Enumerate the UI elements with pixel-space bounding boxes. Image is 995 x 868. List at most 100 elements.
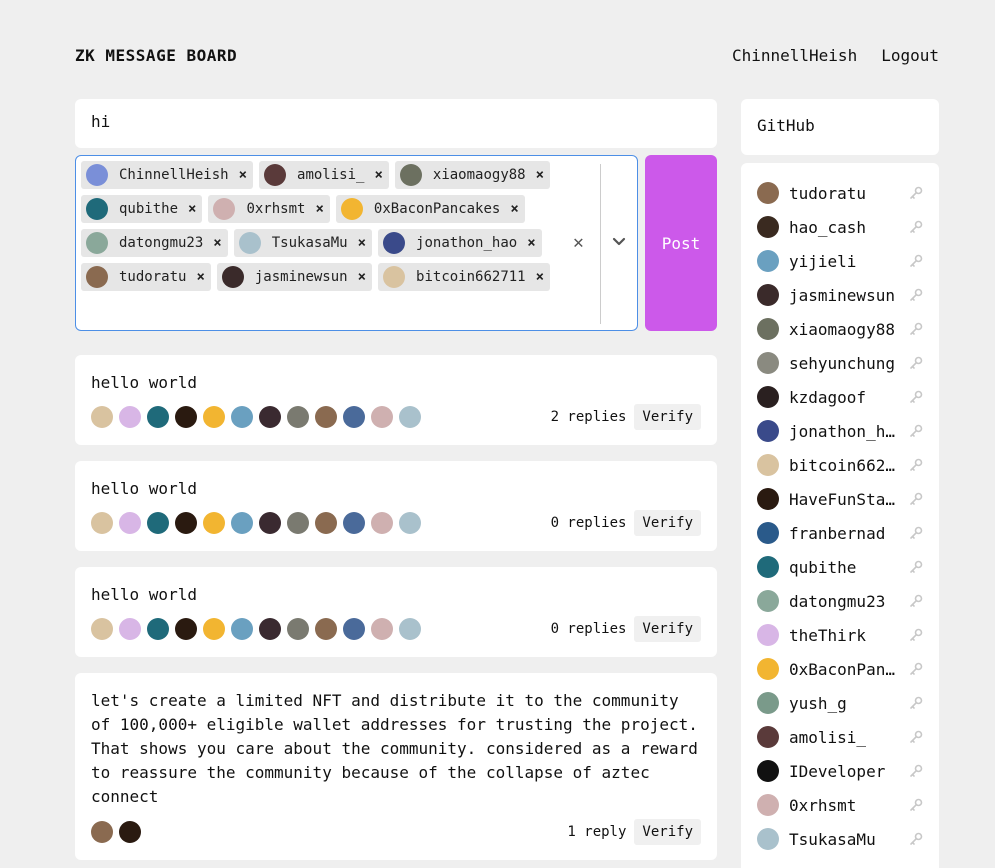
avatar: [264, 164, 287, 186]
user-row[interactable]: amolisi_: [757, 724, 923, 750]
user-row[interactable]: kzdagoof: [757, 384, 923, 410]
remove-chip-icon[interactable]: ×: [374, 167, 382, 183]
avatar: [343, 618, 365, 640]
user-name: franbernad: [789, 523, 886, 543]
avatar: [371, 512, 393, 534]
remove-chip-icon[interactable]: ×: [196, 269, 204, 285]
remove-chip-icon[interactable]: ×: [239, 167, 247, 183]
recipient-name: datongmu23: [119, 235, 204, 251]
message-text: hello world: [91, 373, 197, 392]
clear-recipients-icon[interactable]: ✕: [573, 232, 584, 253]
avatar: [757, 250, 779, 272]
key-icon[interactable]: [909, 798, 923, 812]
avatar: [259, 406, 281, 428]
user-name: yush_g: [789, 693, 847, 713]
remove-chip-icon[interactable]: ×: [536, 269, 544, 285]
key-icon[interactable]: [909, 594, 923, 608]
key-icon[interactable]: [909, 186, 923, 200]
user-row[interactable]: TsukasaMu: [757, 826, 923, 852]
key-icon[interactable]: [909, 560, 923, 574]
verify-button[interactable]: Verify: [634, 819, 701, 845]
key-icon[interactable]: [909, 492, 923, 506]
avatar: [175, 512, 197, 534]
user-row[interactable]: yijieli: [757, 248, 923, 274]
avatar: [371, 618, 393, 640]
recipient-chip: datongmu23 ×: [81, 229, 228, 257]
key-icon[interactable]: [909, 696, 923, 710]
avatar: [231, 618, 253, 640]
recipient-chip: 0xrhsmt ×: [208, 195, 330, 223]
chevron-down-icon[interactable]: [611, 232, 627, 250]
remove-chip-icon[interactable]: ×: [188, 201, 196, 217]
recipient-avatars: [91, 618, 421, 640]
user-row[interactable]: hao_cash: [757, 214, 923, 240]
reply-count[interactable]: 1 reply: [567, 824, 626, 840]
avatar: [259, 512, 281, 534]
user-name: 0xrhsmt: [789, 795, 857, 815]
key-icon[interactable]: [909, 832, 923, 846]
key-icon[interactable]: [909, 390, 923, 404]
user-row[interactable]: IDeveloper: [757, 758, 923, 784]
verify-button[interactable]: Verify: [634, 510, 701, 536]
user-row[interactable]: yush_g: [757, 690, 923, 716]
user-row[interactable]: sehyunchung: [757, 350, 923, 376]
key-icon[interactable]: [909, 322, 923, 336]
user-row[interactable]: HaveFunSta…: [757, 486, 923, 512]
avatar: [147, 512, 169, 534]
verify-button[interactable]: Verify: [634, 616, 701, 642]
remove-chip-icon[interactable]: ×: [213, 235, 221, 251]
verify-button[interactable]: Verify: [634, 404, 701, 430]
user-row[interactable]: jasminewsun: [757, 282, 923, 308]
reply-count[interactable]: 0 replies: [551, 621, 627, 637]
user-row[interactable]: bitcoin662…: [757, 452, 923, 478]
avatar: [86, 232, 108, 254]
avatar: [86, 198, 108, 220]
current-user-link[interactable]: ChinnellHeish: [732, 46, 857, 65]
recipient-picker[interactable]: ChinnellHeish × amolisi_ × xiaomaogy88 × qubit…: [75, 155, 638, 331]
avatar: [287, 406, 309, 428]
key-icon[interactable]: [909, 220, 923, 234]
message-meta: 0 replies Verify: [551, 616, 701, 642]
remove-chip-icon[interactable]: ×: [358, 235, 366, 251]
remove-chip-icon[interactable]: ×: [536, 167, 544, 183]
key-icon[interactable]: [909, 254, 923, 268]
github-link[interactable]: GitHub: [741, 99, 939, 155]
key-icon[interactable]: [909, 526, 923, 540]
key-icon[interactable]: [909, 424, 923, 438]
reply-count[interactable]: 0 replies: [551, 515, 627, 531]
user-name: IDeveloper: [789, 761, 886, 781]
recipient-name: jonathon_hao: [416, 235, 518, 251]
remove-chip-icon[interactable]: ×: [315, 201, 323, 217]
user-row[interactable]: datongmu23: [757, 588, 923, 614]
user-name: yijieli: [789, 251, 857, 271]
user-row[interactable]: qubithe: [757, 554, 923, 580]
avatar: [147, 618, 169, 640]
key-icon[interactable]: [909, 764, 923, 778]
message-input[interactable]: hi: [75, 99, 717, 148]
recipient-chip: qubithe ×: [81, 195, 203, 223]
key-icon[interactable]: [909, 288, 923, 302]
user-row[interactable]: theThirk: [757, 622, 923, 648]
reply-count[interactable]: 2 replies: [551, 409, 627, 425]
logout-link[interactable]: Logout: [881, 46, 939, 65]
user-row[interactable]: tudoratu: [757, 180, 923, 206]
key-icon[interactable]: [909, 730, 923, 744]
user-name: theThirk: [789, 625, 867, 645]
user-row[interactable]: 0xBaconPan…: [757, 656, 923, 682]
key-icon[interactable]: [909, 662, 923, 676]
avatar: [757, 216, 779, 238]
key-icon[interactable]: [909, 458, 923, 472]
remove-chip-icon[interactable]: ×: [358, 269, 366, 285]
user-row[interactable]: 0xrhsmt: [757, 792, 923, 818]
picker-divider: [600, 164, 601, 324]
key-icon[interactable]: [909, 356, 923, 370]
post-button[interactable]: Post: [645, 155, 717, 331]
remove-chip-icon[interactable]: ×: [527, 235, 535, 251]
user-row[interactable]: jonathon_h…: [757, 418, 923, 444]
avatar: [315, 406, 337, 428]
key-icon[interactable]: [909, 628, 923, 642]
user-row[interactable]: xiaomaogy88: [757, 316, 923, 342]
message-text: hello world: [91, 479, 197, 498]
remove-chip-icon[interactable]: ×: [510, 201, 518, 217]
user-row[interactable]: franbernad: [757, 520, 923, 546]
